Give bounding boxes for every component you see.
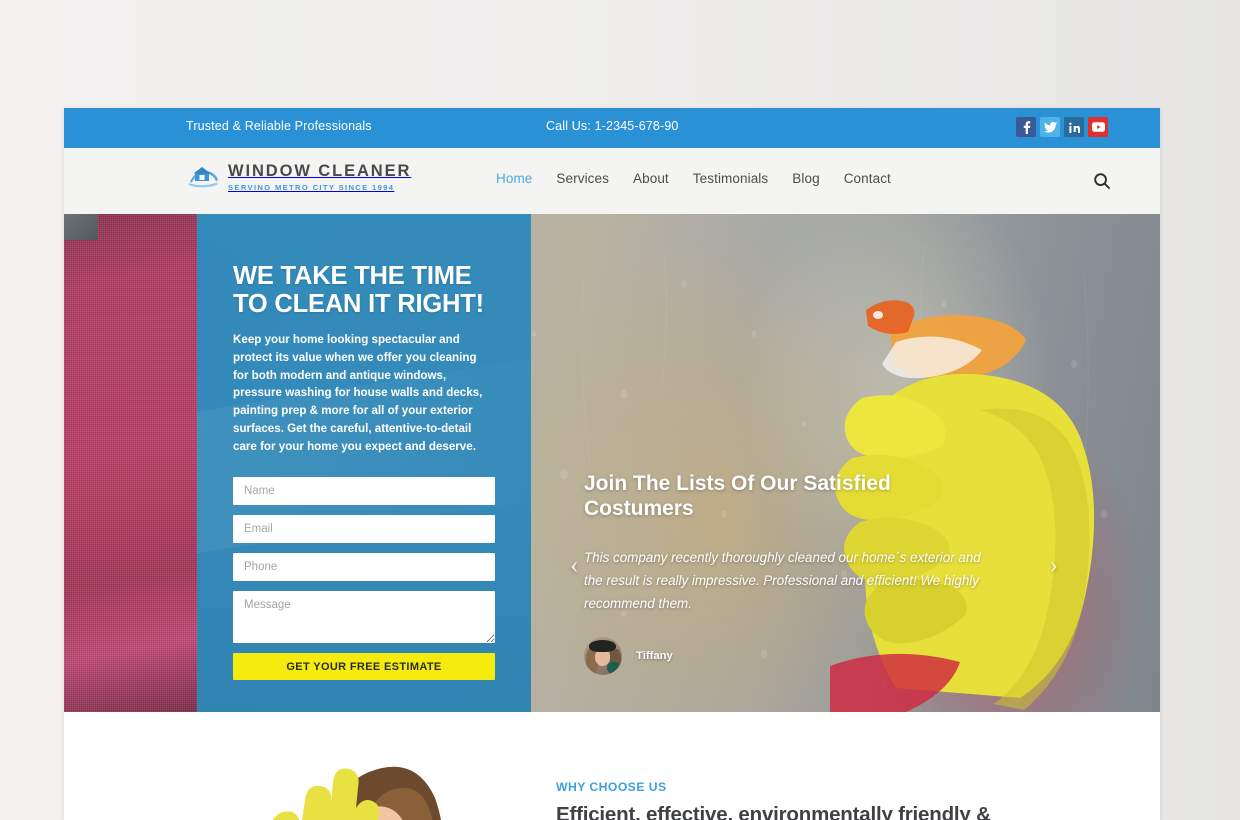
nav-item-home[interactable]: Home — [496, 171, 544, 186]
logo-tagline: SERVING METRO CITY SINCE 1994 — [228, 183, 395, 192]
website-page: Trusted & Reliable Professionals Call Us… — [64, 108, 1160, 820]
nav-item-about[interactable]: About — [633, 171, 681, 186]
nav-item-services[interactable]: Services — [556, 171, 621, 186]
slider-next-arrow-icon[interactable]: › — [1049, 552, 1058, 578]
hero-heading-line-2: TO CLEAN IT RIGHT! — [233, 290, 484, 319]
get-free-estimate-button[interactable]: GET YOUR FREE ESTIMATE — [233, 653, 495, 681]
cloth-corner-decor — [64, 214, 98, 240]
hero-heading: WE TAKE THE TIME TO CLEAN IT RIGHT! — [233, 262, 495, 318]
why-choose-us-title: Efficient, effective, environmentally fr… — [556, 803, 991, 820]
slider-prev-arrow-icon[interactable]: ‹ — [570, 552, 579, 578]
testimonial-slide: Join The Lists Of Our Satisfied Costumer… — [584, 472, 1054, 676]
logo[interactable]: WINDOW CLEANER SERVING METRO CITY SINCE … — [186, 161, 411, 192]
why-choose-us-kicker: WHY CHOOSE US — [556, 780, 667, 794]
message-input[interactable] — [233, 591, 495, 644]
tagline-text: Trusted & Reliable Professionals — [186, 119, 372, 133]
email-input[interactable] — [233, 515, 495, 544]
hero-heading-line-1: WE TAKE THE TIME — [233, 262, 472, 290]
hero-lead-text: Keep your home looking spectacular and p… — [233, 333, 483, 453]
testimonial-author: Tiffany — [584, 637, 1054, 676]
search-icon[interactable] — [1092, 172, 1112, 192]
hero-section: WE TAKE THE TIME TO CLEAN IT RIGHT! Keep… — [64, 214, 1160, 712]
cloth-texture-decor — [64, 214, 197, 712]
logo-name: WINDOW CLEANER — [228, 162, 412, 180]
estimate-form: GET YOUR FREE ESTIMATE — [233, 477, 495, 681]
social-links — [1016, 117, 1108, 137]
nav-item-contact[interactable]: Contact — [844, 171, 903, 186]
why-choose-us-text: WHY CHOOSE US Efficient, effective, envi… — [556, 780, 1076, 820]
phone-text[interactable]: Call Us: 1-2345-678-90 — [546, 119, 679, 133]
promo-panel: WE TAKE THE TIME TO CLEAN IT RIGHT! Keep… — [197, 214, 531, 712]
woman-with-glove-photo — [272, 766, 441, 820]
testimonial-heading: Join The Lists Of Our Satisfied Costumer… — [584, 472, 891, 520]
linkedin-icon[interactable] — [1064, 117, 1084, 137]
house-squeegee-icon — [186, 164, 220, 190]
avatar — [584, 637, 622, 676]
why-choose-us-section: WHY CHOOSE US Efficient, effective, envi… — [64, 712, 1160, 820]
top-bar: Trusted & Reliable Professionals Call Us… — [64, 108, 1160, 148]
nav-item-blog[interactable]: Blog — [792, 171, 831, 186]
youtube-icon[interactable] — [1088, 117, 1108, 137]
main-nav: Home Services About Testimonials Blog Co… — [496, 171, 915, 186]
name-input[interactable] — [233, 477, 495, 506]
testimonial-author-name: Tiffany — [636, 650, 673, 663]
nav-item-testimonials[interactable]: Testimonials — [693, 171, 780, 186]
facebook-icon[interactable] — [1016, 117, 1036, 137]
phone-input[interactable] — [233, 553, 495, 582]
twitter-icon[interactable] — [1040, 117, 1060, 137]
site-header: WINDOW CLEANER SERVING METRO CITY SINCE … — [64, 148, 1160, 214]
testimonial-quote: This company recently thoroughly cleaned… — [584, 549, 981, 611]
